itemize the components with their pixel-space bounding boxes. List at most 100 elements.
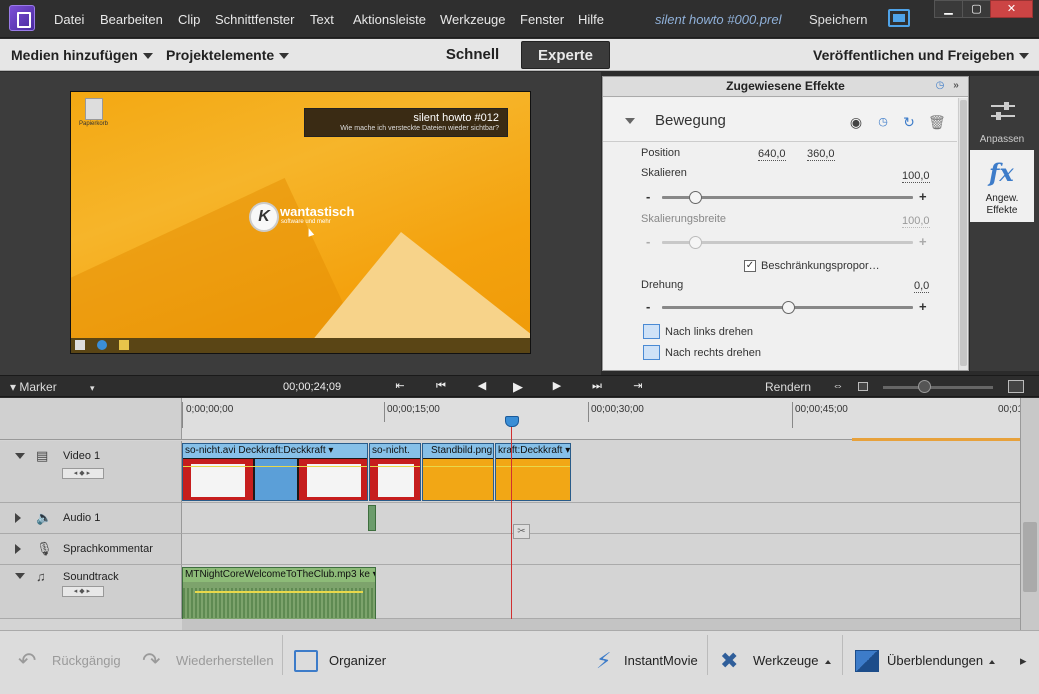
redo-button[interactable]: ↷ Wiederherstellen <box>142 646 274 676</box>
track-header-soundtrack[interactable]: ♫ Soundtrack ◂◆▸ <box>0 565 182 619</box>
opacity-line[interactable] <box>370 466 420 467</box>
render-button[interactable]: Rendern <box>765 380 811 394</box>
stopwatch-icon[interactable]: ◷ <box>934 80 946 92</box>
keyframe-controls[interactable]: ◂◆▸ <box>62 468 104 479</box>
rotate-left-label[interactable]: Nach links drehen <box>665 326 753 338</box>
tools-button[interactable]: ✖ Werkzeuge <box>720 646 831 676</box>
rotate-right-icon[interactable] <box>643 345 660 360</box>
position-y-value[interactable]: 360,0 <box>807 148 835 161</box>
constrain-proportions-checkbox[interactable]: ✓ <box>744 260 756 272</box>
scale-slider-knob[interactable] <box>688 191 702 204</box>
timeline-vertical-scrollbar[interactable] <box>1020 398 1039 630</box>
motion-effect-row[interactable]: Bewegung ◉ ◷ ↻ 🗑 <box>603 98 957 142</box>
track-header-video1[interactable]: ▤ Video 1 ◂◆▸ <box>0 441 182 503</box>
app-logo-icon[interactable] <box>9 5 35 31</box>
instant-movie-button[interactable]: ⚡ InstantMovie <box>596 646 698 676</box>
undo-button[interactable]: ↶ Rückgängig <box>18 646 121 676</box>
menu-bearbeiten[interactable]: Bearbeiten <box>100 12 163 27</box>
time-ruler[interactable]: 0;00;00;00 00;00;15;00 00;00;30;00 00;00… <box>182 398 1023 441</box>
zoom-out-icon[interactable] <box>858 382 868 391</box>
fullscreen-icon[interactable] <box>888 9 910 27</box>
zoom-slider-track[interactable] <box>883 386 993 389</box>
expand-triangle-icon[interactable] <box>15 513 21 523</box>
go-to-out-icon[interactable]: ⇥ <box>630 379 646 394</box>
project-assets-menu[interactable]: Projektelemente <box>166 47 290 63</box>
rotation-increase-button[interactable]: + <box>919 299 927 314</box>
step-back-icon[interactable]: ◀ <box>474 379 490 394</box>
panel-menu-icon[interactable]: » <box>950 80 962 92</box>
zoom-slider-knob[interactable] <box>918 380 931 393</box>
audio-clip[interactable] <box>368 505 376 531</box>
adjust-panel-button[interactable]: Anpassen <box>970 80 1034 152</box>
menu-fenster[interactable]: Fenster <box>520 12 564 27</box>
keyframe-controls[interactable]: ◂◆▸ <box>62 586 104 597</box>
fit-timeline-icon[interactable]: ⇔ <box>830 379 846 394</box>
minimize-button[interactable]: ▁ <box>934 0 963 18</box>
tab-expert[interactable]: Experte <box>521 41 610 69</box>
menu-werkzeuge[interactable]: Werkzeuge <box>440 12 506 27</box>
rotation-value[interactable]: 0,0 <box>914 280 930 293</box>
menu-hilfe[interactable]: Hilfe <box>578 12 604 27</box>
rotate-left-icon[interactable] <box>643 324 660 339</box>
transitions-button[interactable]: Überblendungen <box>855 646 996 676</box>
reset-icon[interactable]: ↻ <box>901 114 917 130</box>
publish-share-menu[interactable]: Veröffentlichen und Freigeben <box>813 47 1030 63</box>
collapse-triangle-icon[interactable] <box>625 118 635 124</box>
opacity-line[interactable] <box>496 466 570 467</box>
scrollbar-thumb[interactable] <box>960 100 967 366</box>
expand-triangle-icon[interactable] <box>15 544 21 554</box>
stopwatch-icon[interactable]: ◷ <box>875 114 891 130</box>
maximize-button[interactable]: ▢ <box>962 0 991 18</box>
video-clip[interactable]: kraft:Deckkraft ▾ <box>495 443 571 501</box>
add-media-menu[interactable]: Medien hinzufügen <box>11 47 153 63</box>
step-forward-icon[interactable]: ▶ <box>549 379 565 394</box>
go-to-start-icon[interactable]: ⏮ <box>433 379 449 394</box>
playhead-handle[interactable] <box>505 416 519 427</box>
collapse-triangle-icon[interactable] <box>15 573 25 579</box>
opacity-line[interactable] <box>423 466 493 467</box>
scale-increase-button[interactable]: + <box>919 189 927 204</box>
tab-quick[interactable]: Schnell <box>430 41 515 69</box>
menu-clip[interactable]: Clip <box>178 12 200 27</box>
go-to-end-icon[interactable]: ⏭ <box>589 379 605 394</box>
scale-decrease-button[interactable]: - <box>646 189 650 204</box>
applied-effects-panel-button[interactable]: fx Angew. Effekte <box>970 150 1034 222</box>
preview-frame[interactable]: Papierkorb silent howto #012 Wie mache i… <box>70 91 531 354</box>
track-video1[interactable]: so-nicht.avi Deckkraft:Deckkraft ▾ so-ni… <box>182 441 1020 503</box>
scrollbar-thumb[interactable] <box>1023 522 1037 592</box>
close-button[interactable]: ✕ <box>990 0 1033 18</box>
collapse-triangle-icon[interactable] <box>15 453 25 459</box>
go-to-in-icon[interactable]: ⇤ <box>392 379 408 394</box>
play-icon[interactable]: ▶ <box>510 379 526 394</box>
timeline-horizontal-scrollbar[interactable] <box>182 619 1020 630</box>
volume-line[interactable] <box>195 591 363 593</box>
video-clip[interactable]: so-nicht.avi Deckkraft:Deckkraft ▾ <box>182 443 368 501</box>
zoom-in-icon[interactable] <box>1008 380 1024 393</box>
menu-schnittfenster[interactable]: Schnittfenster <box>215 12 295 27</box>
position-x-value[interactable]: 640,0 <box>758 148 786 161</box>
eye-icon[interactable]: ◉ <box>848 114 864 130</box>
scale-value[interactable]: 100,0 <box>902 170 930 183</box>
panel-splitter[interactable] <box>596 72 601 375</box>
rotation-decrease-button[interactable]: - <box>646 299 650 314</box>
track-header-narration[interactable]: 🎙 Sprachkommentar <box>0 534 182 565</box>
menu-datei[interactable]: Datei <box>54 12 84 27</box>
opacity-line[interactable] <box>183 466 367 467</box>
more-button[interactable]: ▸ <box>1020 646 1027 676</box>
track-audio1[interactable]: ✂ <box>182 503 1020 539</box>
menu-text[interactable]: Text <box>310 12 334 27</box>
marker-menu[interactable]: ▾ Marker ▾ <box>10 380 95 394</box>
soundtrack-clip[interactable]: MTNightCoreWelcomeToTheClub.mp3 ke ▾ <box>182 567 376 621</box>
rotation-slider-knob[interactable] <box>781 301 795 314</box>
video-clip[interactable]: Standbild.png <box>422 443 494 501</box>
video-clip[interactable]: so-nicht. <box>369 443 421 501</box>
organizer-button[interactable]: Organizer <box>294 646 386 676</box>
rotate-right-label[interactable]: Nach rechts drehen <box>665 347 761 359</box>
track-soundtrack[interactable]: MTNightCoreWelcomeToTheClub.mp3 ke ▾ <box>182 565 1020 621</box>
trash-icon[interactable]: 🗑 <box>928 114 946 130</box>
track-header-audio1[interactable]: 🔈 Audio 1 <box>0 503 182 534</box>
track-narration[interactable] <box>182 534 1020 565</box>
current-timecode[interactable]: 00;00;24;09 <box>283 381 341 393</box>
effects-scrollbar[interactable] <box>958 98 968 370</box>
menu-aktionsleiste[interactable]: Aktionsleiste <box>353 12 426 27</box>
